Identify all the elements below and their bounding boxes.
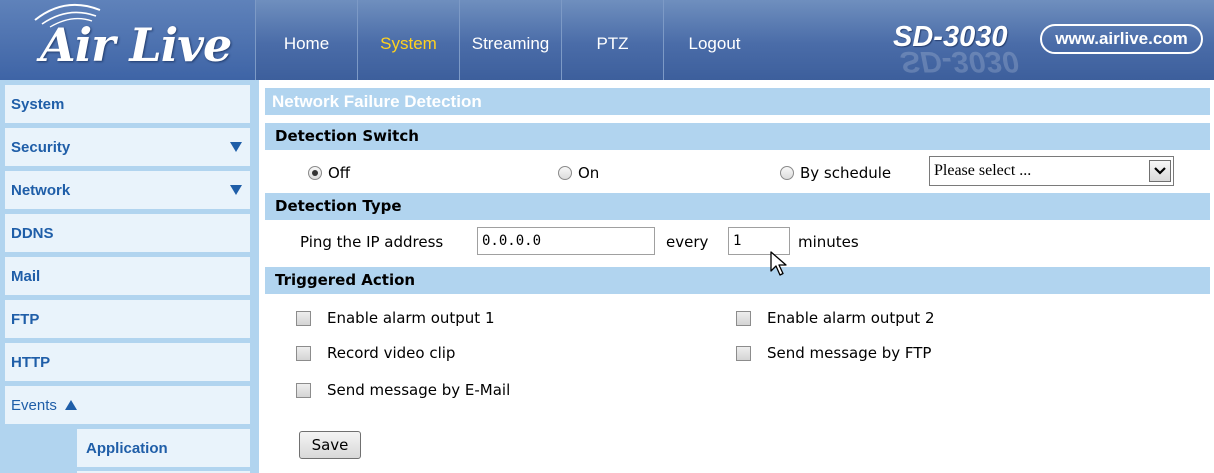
minutes-label: minutes <box>798 233 859 251</box>
checkbox-label: Record video clip <box>327 344 456 362</box>
checkbox[interactable] <box>296 382 311 398</box>
checkbox-send-ftp[interactable]: Send message by FTP <box>736 344 931 362</box>
header-bar: Air Live Home System Streaming PTZ Logou… <box>0 0 1214 80</box>
checkbox[interactable] <box>736 345 751 361</box>
nav-ptz[interactable]: PTZ <box>561 0 663 80</box>
radio-button[interactable] <box>780 166 794 180</box>
sidebar-item-mail[interactable]: Mail <box>5 257 250 295</box>
radio-by-schedule[interactable]: By schedule <box>780 164 891 182</box>
section-detection-type: Detection Type <box>265 193 1210 220</box>
sidebar-item-label: System <box>11 95 65 113</box>
page-title: Network Failure Detection <box>265 88 1210 115</box>
sidebar-item-ftp[interactable]: FTP <box>5 300 250 338</box>
sidebar-item-events[interactable]: Events <box>5 386 250 424</box>
radio-on[interactable]: On <box>558 164 599 182</box>
collapse-arrow-icon <box>64 400 77 410</box>
ip-address-input[interactable]: 0.0.0.0 <box>477 227 655 255</box>
sidebar-item-label: HTTP <box>11 353 51 371</box>
airlive-logo: Air Live <box>40 18 232 72</box>
sidebar-subitem-application[interactable]: Application <box>77 429 250 467</box>
ping-label: Ping the IP address <box>300 233 444 251</box>
sidebar-item-ddns[interactable]: DDNS <box>5 214 250 252</box>
nav-logout[interactable]: Logout <box>663 0 765 80</box>
sidebar-item-security[interactable]: Security <box>5 128 250 166</box>
checkbox-record-video[interactable]: Record video clip <box>296 344 455 362</box>
checkbox-alarm-output-2[interactable]: Enable alarm output 2 <box>736 309 934 327</box>
schedule-select[interactable]: Please select ... <box>929 156 1174 186</box>
sidebar-item-label: Events <box>11 396 57 414</box>
nav-system[interactable]: System <box>357 0 459 80</box>
section-triggered-action: Triggered Action <box>265 267 1210 294</box>
top-nav: Home System Streaming PTZ Logout <box>255 0 765 80</box>
checkbox-label: Send message by E-Mail <box>327 381 511 399</box>
sidebar-item-label: Network <box>11 181 71 199</box>
checkbox-send-email[interactable]: Send message by E-Mail <box>296 381 510 399</box>
checkbox-label: Enable alarm output 1 <box>327 309 495 327</box>
radio-label: On <box>578 164 600 182</box>
checkbox[interactable] <box>296 345 311 361</box>
sidebar-item-http[interactable]: HTTP <box>5 343 250 381</box>
section-detection-switch: Detection Switch <box>265 123 1210 150</box>
radio-label: Off <box>328 164 351 182</box>
radio-button[interactable] <box>558 166 572 180</box>
save-button[interactable]: Save <box>299 431 361 459</box>
main-panel: Network Failure Detection Detection Swit… <box>265 80 1214 473</box>
sidebar-item-label: DDNS <box>11 224 54 242</box>
schedule-select-value: Please select ... <box>934 162 1032 179</box>
dropdown-arrow-icon <box>230 185 242 195</box>
nav-streaming[interactable]: Streaming <box>459 0 561 80</box>
nav-home[interactable]: Home <box>255 0 357 80</box>
chevron-down-icon[interactable] <box>1149 160 1171 182</box>
sidebar-item-label: Application <box>86 439 168 457</box>
radio-button[interactable] <box>308 166 322 180</box>
mouse-cursor-icon <box>770 251 787 276</box>
sidebar-item-label: FTP <box>11 310 40 328</box>
logo-area: Air Live <box>0 0 255 80</box>
website-link[interactable]: www.airlive.com <box>1040 24 1203 54</box>
radio-label: By schedule <box>800 164 892 182</box>
checkbox[interactable] <box>296 310 311 326</box>
dropdown-arrow-icon <box>230 142 242 152</box>
every-label: every <box>666 233 709 251</box>
model-name: SD-3030 <box>893 21 1008 53</box>
checkbox-label: Enable alarm output 2 <box>767 309 935 327</box>
checkbox-label: Send message by FTP <box>767 344 932 362</box>
sidebar: System Security Network DDNS Mail FTP HT… <box>0 80 259 473</box>
sidebar-item-system[interactable]: System <box>5 85 250 123</box>
sidebar-item-network[interactable]: Network <box>5 171 250 209</box>
sidebar-item-label: Security <box>11 138 71 156</box>
checkbox-alarm-output-1[interactable]: Enable alarm output 1 <box>296 309 494 327</box>
radio-off[interactable]: Off <box>308 164 350 182</box>
sidebar-item-label: Mail <box>11 267 41 285</box>
checkbox[interactable] <box>736 310 751 326</box>
